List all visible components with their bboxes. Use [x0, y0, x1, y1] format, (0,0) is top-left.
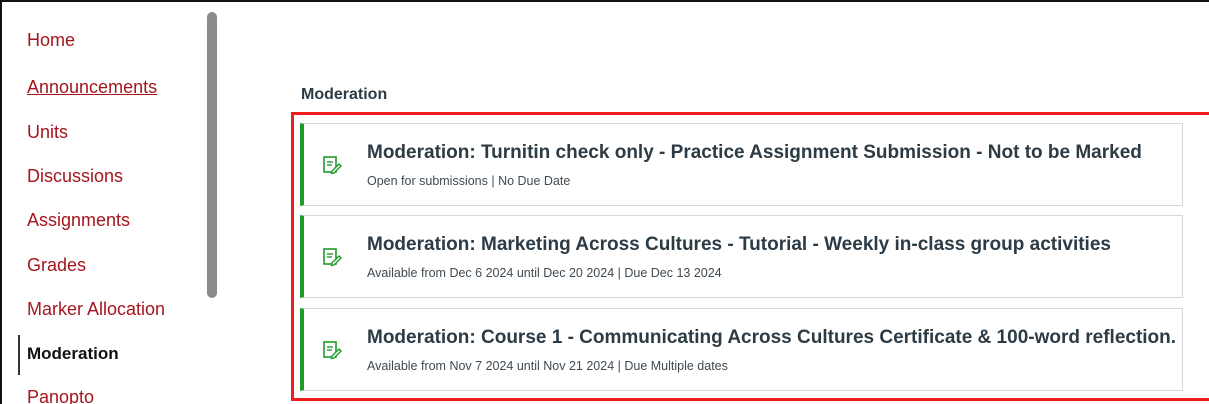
assignment-icon [321, 246, 343, 268]
nav-item-moderation[interactable]: Moderation [27, 344, 119, 364]
page-frame: Home Announcements Units Discussions Ass… [0, 0, 1209, 404]
nav-item-grades[interactable]: Grades [27, 255, 86, 276]
nav-item-discussions[interactable]: Discussions [27, 166, 123, 187]
sidebar-scrollbar[interactable] [207, 12, 217, 298]
assignment-card[interactable]: Moderation: Course 1 - Communicating Acr… [300, 308, 1183, 391]
nav-item-units[interactable]: Units [27, 122, 68, 143]
assignment-title[interactable]: Moderation: Turnitin check only - Practi… [367, 142, 1142, 164]
assignment-icon [321, 154, 343, 176]
nav-item-home[interactable]: Home [27, 30, 75, 51]
assignment-title[interactable]: Moderation: Course 1 - Communicating Acr… [367, 327, 1176, 349]
nav-item-announcements[interactable]: Announcements [27, 77, 157, 98]
active-nav-indicator [18, 335, 20, 375]
nav-item-panopto[interactable]: Panopto [27, 387, 94, 404]
section-title: Moderation [301, 86, 388, 103]
nav-item-assignments[interactable]: Assignments [27, 210, 130, 231]
assignment-meta: Available from Dec 6 2024 until Dec 20 2… [367, 266, 722, 280]
assignment-card[interactable]: Moderation: Marketing Across Cultures - … [300, 215, 1183, 298]
course-navigation: Home Announcements Units Discussions Ass… [2, 2, 220, 404]
assignment-meta: Available from Nov 7 2024 until Nov 21 2… [367, 359, 728, 373]
assignment-title[interactable]: Moderation: Marketing Across Cultures - … [367, 234, 1111, 256]
assignment-meta: Open for submissions | No Due Date [367, 174, 571, 188]
assignment-icon [321, 339, 343, 361]
assignment-card[interactable]: Moderation: Turnitin check only - Practi… [300, 123, 1183, 206]
nav-item-marker-allocation[interactable]: Marker Allocation [27, 299, 165, 320]
